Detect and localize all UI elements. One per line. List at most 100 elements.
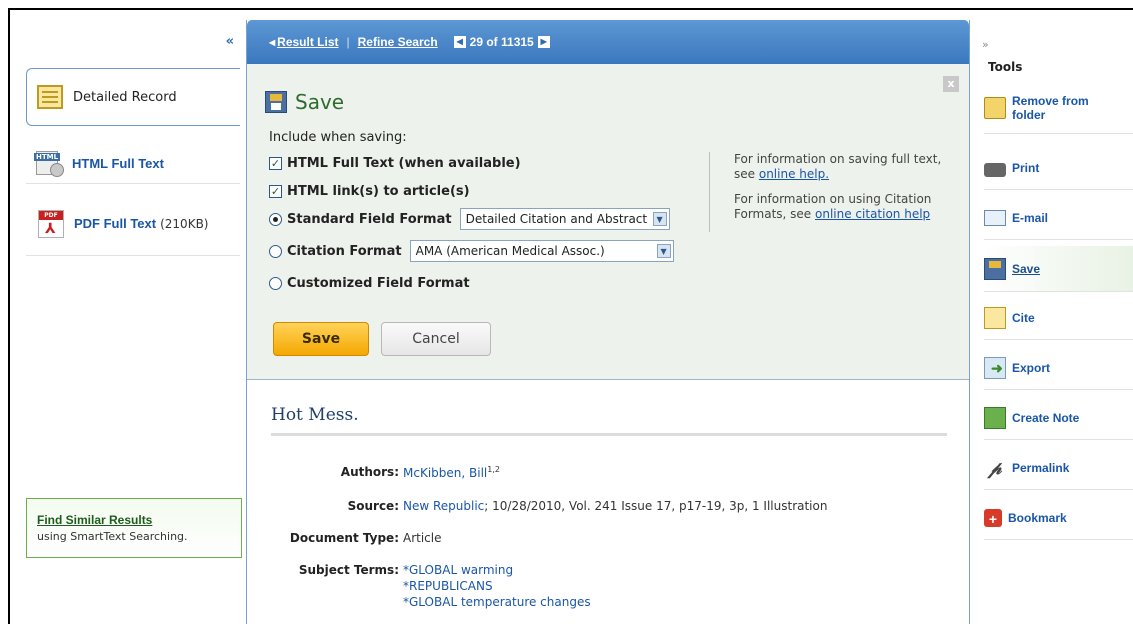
- printer-icon: [984, 162, 1006, 177]
- remove-from-folder-tool[interactable]: Remove from folder: [984, 82, 1133, 134]
- include-label: Include when saving:: [269, 130, 407, 145]
- save-help-info: For information on saving full text, see…: [709, 152, 959, 232]
- export-tool[interactable]: Export: [984, 346, 1133, 390]
- create-note-label: Create Note: [1012, 410, 1080, 425]
- result-navigation-bar: ◀ Result List | Refine Search ◀ 29 of 11…: [247, 20, 969, 64]
- permalink-label: Permalink: [1012, 460, 1070, 475]
- save-tool[interactable]: Save: [984, 246, 1133, 292]
- refine-search-link[interactable]: Refine Search: [358, 35, 438, 49]
- permalink-tool[interactable]: 𝓅 Permalink: [984, 446, 1133, 490]
- save-button[interactable]: Save: [273, 322, 369, 356]
- html-links-option-label: HTML link(s) to article(s): [287, 184, 470, 199]
- authors-field: Authors: McKibben, Bill1,2: [247, 465, 500, 480]
- print-tool[interactable]: Print: [984, 146, 1133, 190]
- citation-format-select[interactable]: AMA (American Medical Assoc.) ▼: [409, 240, 674, 262]
- html-links-checkbox[interactable]: ✓: [269, 185, 282, 198]
- expand-tools-button[interactable]: »: [982, 38, 989, 51]
- link-icon: 𝓅: [988, 457, 1002, 478]
- subject-terms-field: Subject Terms: *GLOBAL warming *REPUBLIC…: [247, 563, 591, 609]
- detailed-record-tab[interactable]: Detailed Record: [26, 68, 240, 126]
- full-text-help: For information on saving full text, see…: [734, 152, 942, 181]
- standard-format-select[interactable]: Detailed Citation and Abstract ▼: [459, 208, 670, 230]
- find-similar-link[interactable]: Find Similar Results: [37, 513, 231, 527]
- cite-label: Cite: [1012, 310, 1035, 325]
- author-link[interactable]: McKibben, Bill: [403, 466, 487, 480]
- collapse-left-button[interactable]: «: [226, 34, 234, 49]
- pdf-full-text-label: PDF Full Text: [74, 216, 157, 231]
- email-tool[interactable]: E-mail: [984, 196, 1133, 240]
- main-content: ◀ Result List | Refine Search ◀ 29 of 11…: [246, 20, 970, 624]
- find-similar-box: Find Similar Results using SmartText Sea…: [26, 498, 242, 558]
- bookmark-tool[interactable]: + Bookmark: [984, 496, 1133, 540]
- tools-heading: Tools: [988, 60, 1023, 74]
- cite-tool[interactable]: Cite: [984, 296, 1133, 340]
- nav-separator: |: [346, 35, 350, 49]
- pdf-size: (210KB): [160, 216, 209, 231]
- print-label: Print: [1012, 160, 1040, 175]
- chevron-down-icon: ▼: [656, 244, 671, 258]
- export-icon: [984, 356, 1006, 379]
- author-affiliation: 1,2: [487, 465, 500, 474]
- html-full-text-checkbox[interactable]: ✓: [269, 157, 282, 170]
- find-similar-subtitle: using SmartText Searching.: [37, 530, 188, 543]
- customized-format-radio[interactable]: [269, 277, 282, 290]
- source-detail: ; 10/28/2010, Vol. 241 Issue 17, p17-19,…: [484, 499, 828, 513]
- email-label: E-mail: [1012, 210, 1049, 225]
- save-panel: x Save Include when saving: ✓ HTML Full …: [247, 64, 969, 380]
- cancel-button[interactable]: Cancel: [381, 322, 491, 356]
- pdf-full-text-link[interactable]: PDF ⅄ PDF Full Text (210KB): [26, 192, 240, 256]
- left-panel: « Detailed Record HTML HTML Full Text PD…: [10, 20, 242, 624]
- chevron-down-icon: ▼: [652, 212, 667, 226]
- bookmark-label: Bookmark: [1008, 510, 1067, 525]
- html-full-text-label: HTML Full Text: [72, 156, 164, 171]
- remove-from-folder-label: Remove from folder: [1012, 93, 1089, 122]
- document-type-field: Document Type: Article: [247, 531, 442, 545]
- citation-format-label: Citation Format: [287, 243, 402, 259]
- detailed-record: Hot Mess. Authors: McKibben, Bill1,2 Sou…: [247, 381, 969, 624]
- result-position: 29 of 11315: [469, 35, 534, 49]
- subject-term-link[interactable]: *GLOBAL temperature changes: [403, 595, 591, 609]
- standard-field-format-option[interactable]: Standard Field Format Detailed Citation …: [269, 208, 670, 230]
- save-icon: [984, 257, 1006, 280]
- subject-term-link[interactable]: *REPUBLICANS: [403, 579, 591, 593]
- source-field: Source: New Republic; 10/28/2010, Vol. 2…: [247, 499, 828, 513]
- tools-panel: » Tools Remove from folder Print E-mail …: [972, 20, 1133, 624]
- online-citation-help-link[interactable]: online citation help: [815, 207, 930, 221]
- citation-format-option[interactable]: Citation Format AMA (American Medical As…: [269, 240, 674, 262]
- standard-format-radio[interactable]: [269, 212, 282, 226]
- customized-field-format-option[interactable]: Customized Field Format: [269, 276, 470, 291]
- online-help-link[interactable]: online help.: [759, 167, 829, 181]
- source-link[interactable]: New Republic: [403, 499, 484, 513]
- html-full-text-option[interactable]: ✓ HTML Full Text (when available): [269, 156, 521, 171]
- subject-term-link[interactable]: *GLOBAL warming: [403, 563, 591, 577]
- pdf-icon: PDF ⅄: [38, 209, 64, 238]
- html-full-text-option-label: HTML Full Text (when available): [287, 156, 521, 171]
- citation-format-radio[interactable]: [269, 244, 282, 258]
- subject-terms-label: Subject Terms:: [298, 563, 399, 577]
- export-label: Export: [1012, 360, 1051, 375]
- previous-result-button[interactable]: ◀: [453, 36, 466, 48]
- standard-format-label: Standard Field Format: [287, 211, 452, 227]
- create-note-tool[interactable]: Create Note: [984, 396, 1133, 440]
- note-icon: [984, 406, 1006, 429]
- result-list-link[interactable]: Result List: [277, 35, 338, 49]
- document-icon: [37, 85, 63, 109]
- close-icon[interactable]: x: [943, 76, 959, 92]
- next-result-button[interactable]: ▶: [537, 36, 550, 48]
- source-label: Source:: [347, 499, 399, 513]
- standard-format-value: Detailed Citation and Abstract: [465, 212, 648, 226]
- save-tool-label: Save: [1012, 261, 1041, 276]
- document-type-label: Document Type:: [289, 531, 399, 545]
- html-full-text-link[interactable]: HTML HTML Full Text: [26, 144, 240, 184]
- citation-help: For information on using Citation Format…: [734, 192, 932, 221]
- html-links-option[interactable]: ✓ HTML link(s) to article(s): [269, 184, 470, 199]
- cite-icon: [984, 306, 1006, 329]
- html-full-text-icon: HTML: [34, 150, 68, 177]
- folder-icon: [984, 96, 1006, 119]
- authors-label: Authors:: [340, 465, 399, 479]
- document-type-value: Article: [403, 531, 442, 545]
- customized-format-label: Customized Field Format: [287, 276, 470, 291]
- citation-format-value: AMA (American Medical Assoc.): [415, 244, 605, 258]
- bookmark-icon: +: [984, 508, 1002, 527]
- save-panel-title: Save: [265, 90, 344, 114]
